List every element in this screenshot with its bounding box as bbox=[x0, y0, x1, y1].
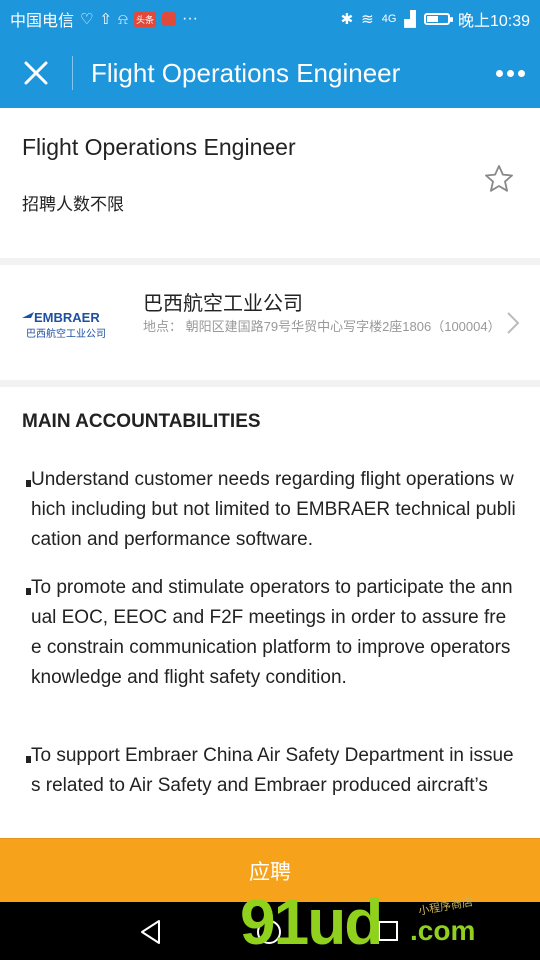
app-bar: Flight Operations Engineer bbox=[0, 38, 540, 108]
signal-icon: ▟ bbox=[404, 10, 416, 28]
status-bar: 中国电信 ♡ ⇧ ⍾ 头条 ··· ✱ ≋ 4G ▟ 晚上10:39 bbox=[0, 0, 540, 38]
upload-icon: ⇧ bbox=[99, 10, 113, 28]
heart-icon: ♡ bbox=[80, 10, 94, 28]
more-icon bbox=[495, 69, 525, 77]
page-title: Flight Operations Engineer bbox=[91, 57, 401, 88]
bluetooth-icon: ✱ bbox=[340, 10, 354, 28]
section-heading: MAIN ACCOUNTABILITIES bbox=[22, 411, 261, 432]
watermark-logo: 91ud bbox=[240, 886, 383, 958]
chevron-right-icon bbox=[507, 312, 520, 334]
accountability-item: Understand customer needs regarding flig… bbox=[26, 465, 516, 555]
logo-subtext: 巴西航空工业公司 bbox=[26, 327, 106, 340]
company-name: 巴西航空工业公司 bbox=[143, 293, 303, 315]
back-icon[interactable] bbox=[139, 919, 163, 945]
wifi-icon: ≋ bbox=[361, 10, 374, 28]
more-button[interactable] bbox=[480, 38, 540, 108]
bullet-icon bbox=[26, 588, 31, 595]
watermark-domain: .com bbox=[410, 915, 476, 946]
news-badge: 头条 bbox=[133, 11, 156, 27]
description-card: MAIN ACCOUNTABILITIES Understand custome… bbox=[0, 387, 540, 847]
more-notifications: ··· bbox=[182, 10, 198, 27]
accountability-item: To support Embraer China Air Safety Depa… bbox=[26, 741, 516, 801]
network-type: 4G bbox=[381, 13, 397, 25]
favorite-star-icon[interactable] bbox=[484, 164, 514, 194]
bullet-icon bbox=[26, 480, 31, 487]
logo-wordmark: EMBRAER bbox=[34, 310, 100, 325]
location-icon bbox=[162, 12, 176, 26]
job-title: Flight Operations Engineer bbox=[22, 134, 296, 160]
company-address: 地点： 朝阳区建国路79号华贸中心写字楼2座1806（100004） bbox=[143, 319, 501, 334]
accountability-item: To promote and stimulate operators to pa… bbox=[26, 573, 516, 693]
close-button[interactable] bbox=[0, 38, 72, 108]
bullet-icon bbox=[26, 756, 31, 763]
clock: 晚上10:39 bbox=[457, 13, 530, 30]
company-card[interactable]: EMBRAER 巴西航空工业公司 巴西航空工业公司 地点： 朝阳区建国路79号华… bbox=[0, 265, 540, 380]
battery-icon bbox=[423, 13, 453, 25]
company-logo: EMBRAER 巴西航空工业公司 bbox=[22, 310, 106, 340]
close-icon bbox=[24, 61, 48, 85]
job-header-card: Flight Operations Engineer 招聘人数不限 bbox=[0, 108, 540, 258]
bell-icon: ⍾ bbox=[118, 10, 128, 28]
app-bar-divider bbox=[72, 56, 73, 90]
carrier-name: 中国电信 bbox=[10, 13, 75, 30]
headcount-text: 招聘人数不限 bbox=[22, 195, 124, 214]
